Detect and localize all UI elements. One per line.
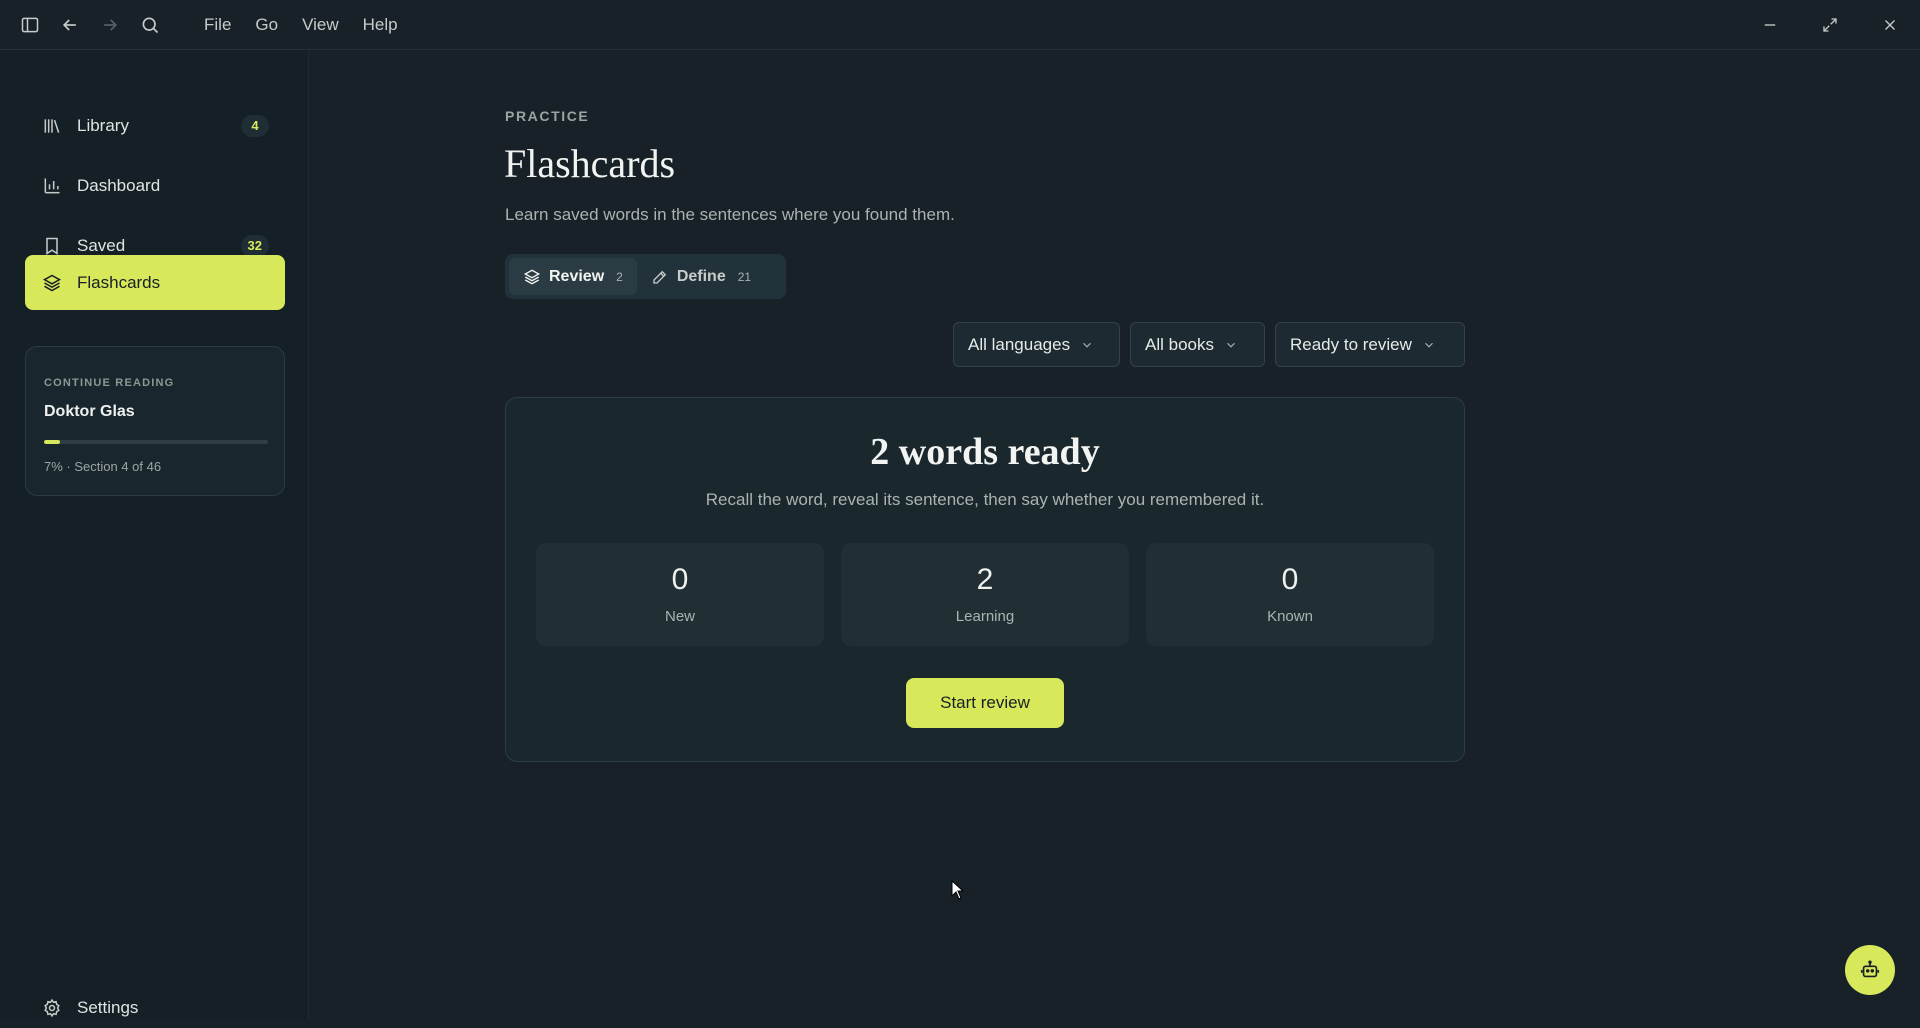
stat-label: New [664,608,695,625]
sidebar-item-dashboard[interactable]: Dashboard [25,158,285,213]
tab-count: 2 [616,269,623,284]
menu-file[interactable]: File [192,15,243,35]
book-title: Doktor Glas [44,403,135,420]
stat-known: 0 Known [1146,543,1434,646]
review-instructions: Recall the word, reveal its sentence, th… [705,490,1265,509]
reading-progress-fill [44,440,60,444]
words-ready-title: 2 words ready [870,431,1100,473]
chevron-down-icon [1083,342,1091,348]
book-filter-value: All books [1145,334,1214,354]
tab-define[interactable]: Define 21 [637,258,765,295]
status-filter-value: Ready to review [1290,334,1412,354]
status-filter-select[interactable]: Ready to review [1275,322,1465,367]
chevron-down-icon [1424,342,1433,348]
continue-reading-card[interactable]: CONTINUE READING Doktor Glas 7% · Sectio… [25,346,285,496]
forward-arrow-icon[interactable] [96,11,124,39]
review-summary-card: 2 words ready Recall the word, reveal it… [505,397,1465,762]
stat-value: 2 [976,563,994,596]
tab-count: 21 [737,269,752,284]
mouse-cursor-icon [951,880,965,900]
title-bar: File Go View Help [0,0,1920,50]
sidebar-item-settings[interactable]: Settings [25,988,285,1028]
back-arrow-icon[interactable] [56,11,84,39]
stat-value: 0 [671,563,689,596]
library-count-badge: 4 [241,114,269,137]
menu-go[interactable]: Go [243,15,290,35]
layers-icon [41,272,63,294]
sidebar-item-label: Flashcards [77,272,161,292]
sidebar-item-flashcards[interactable]: Flashcards [25,255,285,310]
reading-progress-meta: 7% · Section 4 of 46 [44,459,162,474]
stat-learning: 2 Learning [841,543,1129,646]
main-content: PRACTICE Flashcards Learn saved words in… [310,50,1920,1020]
menu-view[interactable]: View [290,15,351,35]
sidebar: Library 4 Dashboard Saved 32 Flashcards … [0,50,309,1020]
minimize-icon[interactable] [1757,12,1783,38]
language-filter-select[interactable]: All languages [953,322,1120,367]
stat-new: 0 New [536,543,824,646]
page-subtitle: Learn saved words in the sentences where… [505,205,955,224]
start-review-button[interactable]: Start review [906,678,1064,728]
assistant-button[interactable] [1845,945,1895,995]
sidebar-item-label: Saved [77,235,126,255]
reading-progress-bar [44,440,268,444]
bar-chart-icon [41,175,63,197]
chevron-down-icon [1227,342,1235,348]
sidebar-item-label: Library [77,115,129,135]
menu-help[interactable]: Help [351,15,410,35]
language-filter-value: All languages [968,334,1071,354]
tab-label: Define [676,267,726,285]
gear-icon [41,997,63,1019]
menu-bar: File Go View Help [192,0,410,50]
search-icon[interactable] [136,11,164,39]
stat-label: Known [1267,608,1313,625]
settings-label: Settings [77,998,139,1017]
tab-label: Review [549,267,605,285]
sidebar-toggle-icon[interactable] [16,11,44,39]
page-title: Flashcards [504,141,676,186]
sidebar-item-library[interactable]: Library 4 [25,98,285,153]
continue-reading-kicker: CONTINUE READING [44,377,175,389]
mode-tabs: Review 2 Define 21 [505,254,786,299]
book-filter-select[interactable]: All books [1130,322,1265,367]
maximize-icon[interactable] [1817,12,1843,38]
robot-icon [1860,960,1880,978]
page-kicker: PRACTICE [505,108,590,124]
library-icon [41,115,63,137]
bookmark-icon [41,235,63,257]
pencil-icon [653,270,667,284]
close-icon[interactable] [1877,12,1903,38]
tab-review[interactable]: Review 2 [509,258,637,295]
layers-icon [523,268,541,285]
sidebar-item-label: Dashboard [77,175,161,195]
saved-count-badge: 32 [240,234,269,257]
stat-value: 0 [1281,563,1299,596]
stat-label: Learning [955,608,1015,625]
